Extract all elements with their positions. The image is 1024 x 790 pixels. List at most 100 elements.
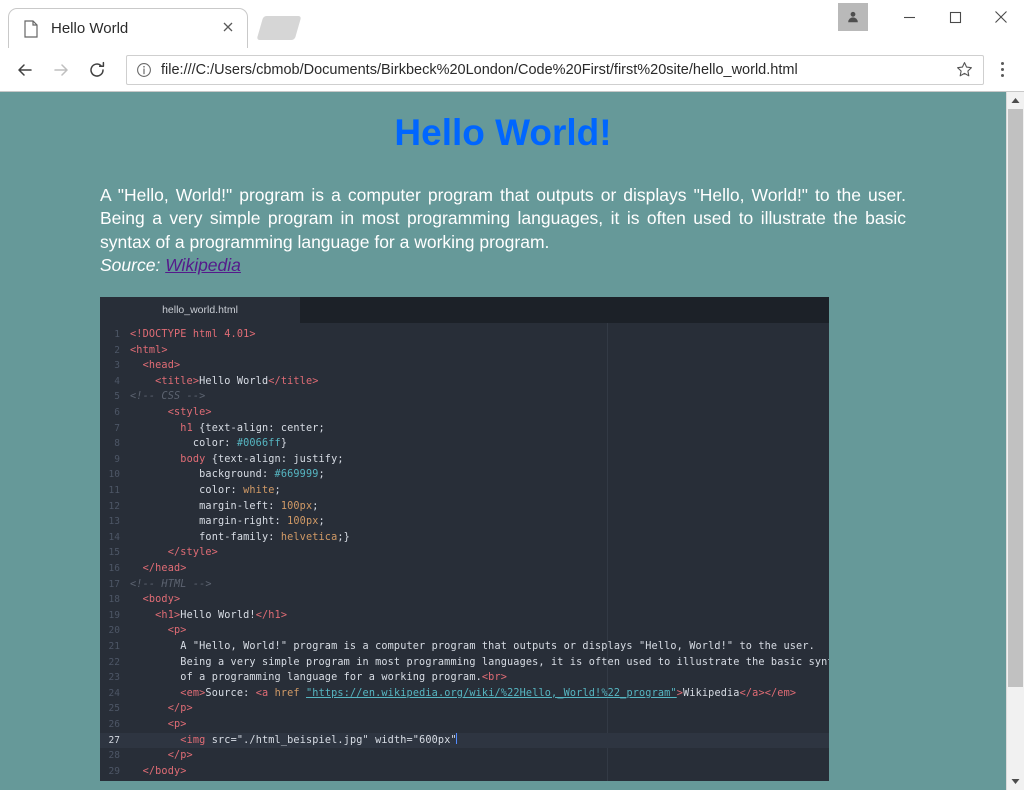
- web-page-content: Hello World! A "Hello, World!" program i…: [0, 92, 1006, 790]
- code-line: 14 font-family: helvetica;}: [100, 530, 829, 546]
- code-line: 11 color: white;: [100, 483, 829, 499]
- code-line-text: <em>Source: <a href "https://en.wikipedi…: [180, 687, 797, 699]
- page-paragraph: A "Hello, World!" program is a computer …: [100, 184, 906, 277]
- code-line-text: background: #669999;: [199, 469, 325, 481]
- code-line-text: <html>: [130, 344, 168, 356]
- forward-arrow-icon[interactable]: [46, 55, 76, 85]
- code-line-text: <!DOCTYPE html 4.01>: [130, 329, 256, 341]
- code-line-number: 7: [114, 422, 120, 434]
- close-window-button[interactable]: [978, 0, 1024, 34]
- code-line: 25 </p>: [100, 701, 829, 717]
- code-line: 19 <h1>Hello World!</h1>: [100, 608, 829, 624]
- code-line: 22 Being a very simple program in most p…: [100, 655, 829, 671]
- code-line: 29 </body>: [100, 764, 829, 780]
- url-bar[interactable]: file:///C:/Users/cbmob/Documents/Birkbec…: [126, 54, 984, 85]
- code-line: 9 body {text-align: justify;: [100, 452, 829, 468]
- tab-hello-world[interactable]: Hello World: [8, 8, 248, 48]
- code-line: 3 <head>: [100, 358, 829, 374]
- code-line-number: 17: [108, 578, 120, 590]
- code-line: 24 <em>Source: <a href "https://en.wikip…: [100, 686, 829, 702]
- code-line-text: h1 {text-align: center;: [180, 422, 325, 434]
- code-line: 27 <img src="./html_beispiel.jpg" width=…: [100, 732, 829, 749]
- browser-window: Hello World file:///C:/Users/cbmob/Docum…: [0, 0, 1024, 790]
- code-line-text: <p>: [167, 718, 187, 730]
- code-line-text: Being a very simple program in most prog…: [180, 656, 829, 668]
- code-line-number: 13: [108, 516, 120, 528]
- code-line-text: </p>: [167, 703, 193, 715]
- page-icon: [23, 19, 39, 38]
- code-line-number: 28: [108, 750, 120, 762]
- code-line-text: <head>: [142, 360, 181, 372]
- close-icon[interactable]: [219, 20, 237, 38]
- three-dots-menu-icon[interactable]: [990, 55, 1014, 85]
- code-line-number: 15: [108, 547, 120, 559]
- code-line: 18 <body>: [100, 592, 829, 608]
- code-line-text: <title>Hello World</title>: [155, 375, 319, 387]
- code-line-number: 19: [108, 609, 120, 621]
- new-tab-button[interactable]: [256, 16, 302, 40]
- scroll-down-arrow-icon[interactable]: [1007, 773, 1024, 790]
- code-line-text: margin-right: 100px;: [199, 516, 325, 528]
- minimize-button[interactable]: [886, 0, 932, 34]
- code-line: 8 color: #0066ff}: [100, 436, 829, 452]
- code-line-number: 4: [114, 375, 120, 387]
- code-line: 10 background: #669999;: [100, 467, 829, 483]
- scroll-up-arrow-icon[interactable]: [1007, 92, 1024, 109]
- code-line-number: 6: [114, 407, 120, 419]
- code-line-number: 11: [108, 485, 120, 496]
- code-line-number: 20: [108, 625, 120, 637]
- url-input[interactable]: file:///C:/Users/cbmob/Documents/Birkbec…: [161, 62, 953, 78]
- code-line-text: A "Hello, World!" program is a computer …: [180, 640, 815, 652]
- back-arrow-icon[interactable]: [10, 55, 40, 85]
- code-editor-body: 1 <!DOCTYPE html 4.01> 2 <html> 3 <head> 4 <t…: [100, 323, 829, 782]
- code-line: 28 </p>: [100, 748, 829, 764]
- tab-title: Hello World: [51, 20, 129, 37]
- wikipedia-link[interactable]: Wikipedia: [165, 255, 241, 275]
- code-line-number: 14: [108, 531, 120, 543]
- code-line: 1 <!DOCTYPE html 4.01>: [100, 327, 829, 343]
- code-screenshot-image: hello_world.html 1 <!DOCTYPE html 4.01> 2 <…: [100, 297, 829, 782]
- code-line-text: of a programming language for a working …: [180, 672, 508, 684]
- source-line: Source: Wikipedia: [100, 255, 241, 275]
- code-line-number: 12: [108, 500, 120, 512]
- reload-icon[interactable]: [82, 55, 112, 85]
- profile-icon[interactable]: [838, 3, 868, 31]
- code-line-text: </body>: [142, 765, 187, 777]
- code-line-text: <!-- CSS -->: [130, 391, 206, 403]
- tab-strip: Hello World: [0, 0, 1024, 48]
- code-line: 20 <p>: [100, 623, 829, 639]
- code-line: 15 </style>: [100, 545, 829, 561]
- code-line-text: margin-left: 100px;: [199, 500, 319, 512]
- code-line: 4 <title>Hello World</title>: [100, 374, 829, 390]
- star-icon[interactable]: [953, 61, 975, 78]
- code-line-number: 21: [108, 640, 120, 652]
- code-line-number: 23: [108, 672, 120, 684]
- text-cursor: [455, 732, 457, 744]
- code-line-number: 18: [108, 594, 120, 606]
- code-line-text: </p>: [167, 750, 193, 762]
- code-line-number: 9: [114, 453, 120, 465]
- maximize-button[interactable]: [932, 0, 978, 34]
- code-line-text: <!-- HTML -->: [130, 578, 212, 590]
- scrollbar-track[interactable]: [1007, 109, 1024, 773]
- code-line-text: <body>: [142, 594, 181, 606]
- code-line-number: 26: [108, 718, 120, 730]
- code-line: 16 </head>: [100, 561, 829, 577]
- code-line-text: <p>: [167, 625, 187, 637]
- page-scrollbar[interactable]: [1006, 92, 1024, 790]
- code-line: 12 margin-left: 100px;: [100, 499, 829, 515]
- code-line-number: 5: [114, 391, 120, 403]
- scrollbar-thumb[interactable]: [1008, 109, 1023, 687]
- code-line: 21 A "Hello, World!" program is a comput…: [100, 639, 829, 655]
- code-line-text: </head>: [142, 562, 187, 574]
- code-line-number: 25: [108, 703, 120, 715]
- code-line: 26 <p>: [100, 717, 829, 733]
- code-line-number: 8: [114, 438, 120, 450]
- code-editor-tabbar: hello_world.html: [100, 297, 829, 324]
- info-circle-icon[interactable]: [135, 61, 153, 79]
- page-viewport: Hello World! A "Hello, World!" program i…: [0, 92, 1024, 790]
- code-line-text: color: #0066ff}: [192, 438, 288, 450]
- code-line-text: body {text-align: justify;: [180, 453, 344, 465]
- page-title: Hello World!: [394, 112, 612, 153]
- code-editor-tab: hello_world.html: [100, 297, 300, 324]
